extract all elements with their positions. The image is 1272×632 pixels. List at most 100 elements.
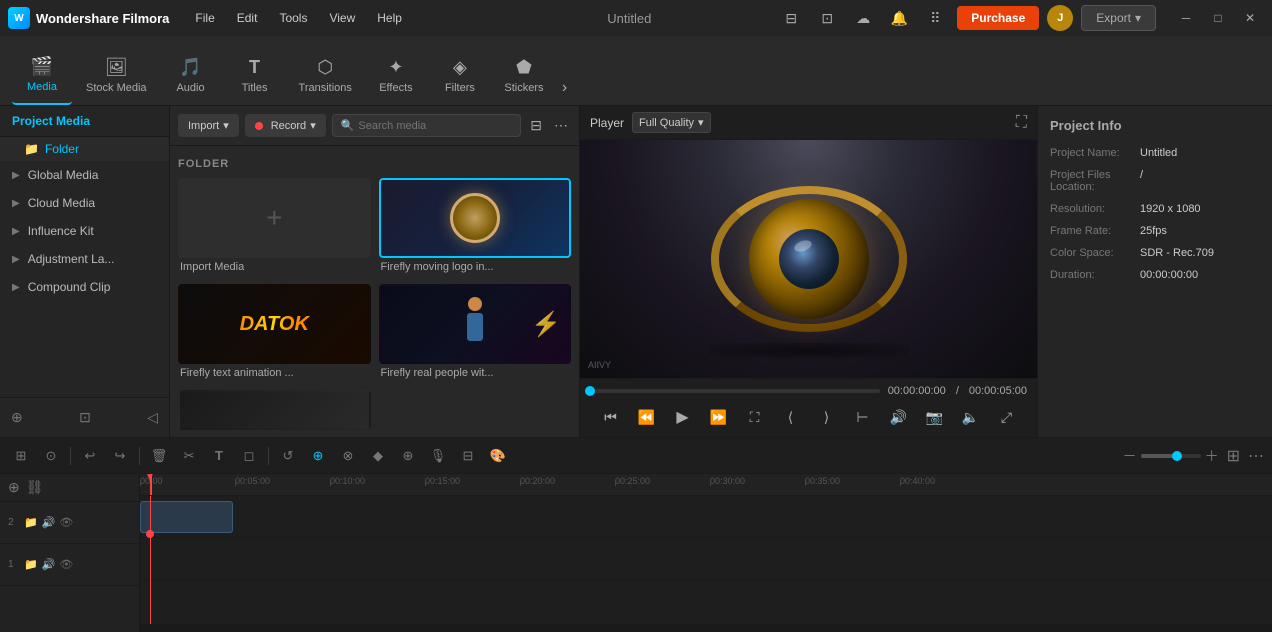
quality-select[interactable]: Full Quality ▾ xyxy=(632,112,711,133)
export-button[interactable]: Export ▾ xyxy=(1081,5,1156,31)
add-folder-icon[interactable]: ⊕ xyxy=(8,406,26,429)
track-clip-2[interactable] xyxy=(140,501,233,533)
audio-tl-icon[interactable]: 🎙 xyxy=(425,443,451,469)
zoom-in-icon[interactable]: ＋ xyxy=(1205,446,1219,466)
tool-transitions[interactable]: ⬡ Transitions xyxy=(289,45,362,105)
fit-icon[interactable]: ⤢ xyxy=(993,403,1021,431)
speed-icon[interactable]: ⊕ xyxy=(395,443,421,469)
track-2-folder-icon[interactable]: 📁 xyxy=(24,516,38,529)
media-card-firefly-people[interactable]: ⚡ Firefly real people wit... xyxy=(379,284,572,382)
menu-help[interactable]: Help xyxy=(367,7,412,29)
frame-forward-icon[interactable]: ⏩ xyxy=(705,403,733,431)
cloud-sync-icon[interactable]: ☁ xyxy=(849,4,877,32)
subtitle-icon[interactable]: ⊟ xyxy=(455,443,481,469)
player-tab[interactable]: Player xyxy=(590,116,624,130)
nav-adjustment-layer[interactable]: ▶ Adjustment La... xyxy=(0,245,169,273)
audio-icon[interactable]: 🔊 xyxy=(885,403,913,431)
media-card-import[interactable]: + Import Media xyxy=(178,178,371,276)
search-box[interactable]: 🔍 xyxy=(332,114,522,137)
player-controls: 00:00:00:00 / 00:00:05:00 ⏮ ⏪ ▶ ⏩ ⛶ ⟨ ⟩ … xyxy=(580,378,1037,437)
record-button[interactable]: Record ▾ xyxy=(245,114,326,137)
media-card-firefly-text[interactable]: DATOK Firefly text animation ... xyxy=(178,284,371,382)
tool-media[interactable]: 🎬 Media xyxy=(12,45,72,105)
redo-icon[interactable]: ↪ xyxy=(107,443,133,469)
frame-back-icon[interactable]: ⏪ xyxy=(633,403,661,431)
user-avatar[interactable]: J xyxy=(1047,5,1073,31)
ai-icon[interactable]: ⊗ xyxy=(335,443,361,469)
lens-object xyxy=(719,194,899,324)
import-button[interactable]: Import ▾ xyxy=(178,114,239,137)
zoom-track[interactable] xyxy=(1141,454,1201,458)
window-title: Untitled xyxy=(481,11,777,26)
tool-titles[interactable]: T Titles xyxy=(225,45,285,105)
ruler-mark-4: 00:20:00 xyxy=(520,474,555,486)
add-clip-icon[interactable]: ⊕ xyxy=(8,479,20,496)
skip-back-icon[interactable]: ⏮ xyxy=(597,403,625,431)
more-options-icon[interactable]: ⋯ xyxy=(551,114,571,137)
fullscreen-icon[interactable]: ⛶ xyxy=(1016,114,1027,132)
cut-icon[interactable]: ✂ xyxy=(176,443,202,469)
track-1-folder-icon[interactable]: 📁 xyxy=(24,558,38,571)
tool-filters[interactable]: ◈ Filters xyxy=(430,45,490,105)
track-1-eye-icon[interactable]: 👁 xyxy=(59,558,73,571)
ruler-mark-5: 00:25:00 xyxy=(615,474,650,486)
nav-influence-kit[interactable]: ▶ Influence Kit xyxy=(0,217,169,245)
timeline-scrollbar[interactable] xyxy=(140,624,1272,632)
color-icon[interactable]: ⊕ xyxy=(305,443,331,469)
grid-view-icon[interactable]: ⊞ xyxy=(1227,446,1240,466)
toolbar-more-chevron[interactable]: › xyxy=(558,79,571,97)
win-close-button[interactable]: ✕ xyxy=(1236,4,1264,32)
menu-tools[interactable]: Tools xyxy=(269,7,317,29)
win-maximize-button[interactable]: □ xyxy=(1204,4,1232,32)
media-card-firefly-logo[interactable]: Firefly moving logo in... xyxy=(379,178,572,276)
media-card-partial[interactable] xyxy=(178,390,371,430)
color-match-icon[interactable]: 🎨 xyxy=(485,443,511,469)
crop-tl-icon[interactable]: ◻ xyxy=(236,443,262,469)
crop-icon[interactable]: ⛶ xyxy=(741,403,769,431)
win-minimize-button[interactable]: ─ xyxy=(1172,4,1200,32)
nav-cloud-media[interactable]: ▶ Cloud Media xyxy=(0,189,169,217)
tool-audio[interactable]: 🎵 Audio xyxy=(161,45,221,105)
nav-folder[interactable]: 📁 Folder xyxy=(0,137,169,161)
nav-compound-clip[interactable]: ▶ Compound Clip xyxy=(0,273,169,301)
split-icon[interactable]: ⊢ xyxy=(849,403,877,431)
text-icon[interactable]: T xyxy=(206,443,232,469)
play-button[interactable]: ▶ xyxy=(669,403,697,431)
nav-global-media[interactable]: ▶ Global Media xyxy=(0,161,169,189)
minimize-window-icon[interactable]: ⊟ xyxy=(777,4,805,32)
mark-out-icon[interactable]: ⟩ xyxy=(813,403,841,431)
more-tl-icon[interactable]: ⋯ xyxy=(1248,446,1264,466)
player-panel: Player Full Quality ▾ ⛶ AIIVY xyxy=(580,106,1037,437)
folder-view-icon[interactable]: ⊡ xyxy=(76,406,94,429)
link-clip-icon[interactable]: ⛓ xyxy=(26,479,44,496)
tool-stock-media[interactable]: 🖼 Stock Media xyxy=(76,45,157,105)
playhead[interactable] xyxy=(150,474,152,495)
select-tool-icon[interactable]: ⊙ xyxy=(38,443,64,469)
mark-in-icon[interactable]: ⟨ xyxy=(777,403,805,431)
zoom-out-icon[interactable]: － xyxy=(1123,446,1137,466)
track-2-audio-icon[interactable]: 🔊 xyxy=(42,516,56,529)
purchase-button[interactable]: Purchase xyxy=(957,6,1039,30)
tool-effects[interactable]: ✦ Effects xyxy=(366,45,426,105)
collapse-panel-icon[interactable]: ◁ xyxy=(144,406,161,429)
grid-icon[interactable]: ⠿ xyxy=(921,4,949,32)
tool-stickers[interactable]: ⬟ Stickers xyxy=(494,45,554,105)
timeline-ruler[interactable]: 00:00 00:05:00 00:10:00 00:15:00 00:20:0… xyxy=(140,474,1272,496)
progress-track[interactable] xyxy=(590,389,880,393)
bell-icon[interactable]: 🔔 xyxy=(885,4,913,32)
search-input[interactable] xyxy=(358,120,512,132)
menu-view[interactable]: View xyxy=(319,7,365,29)
undo-icon[interactable]: ↩ xyxy=(77,443,103,469)
add-track-icon[interactable]: ⊞ xyxy=(8,443,34,469)
delete-icon[interactable]: 🗑 xyxy=(146,443,172,469)
rotate-icon[interactable]: ↺ xyxy=(275,443,301,469)
stabilize-icon[interactable]: ◆ xyxy=(365,443,391,469)
camera-icon[interactable]: 📷 xyxy=(921,403,949,431)
restore-window-icon[interactable]: ⊡ xyxy=(813,4,841,32)
track-2-eye-icon[interactable]: 👁 xyxy=(59,516,73,529)
track-1-audio-icon[interactable]: 🔊 xyxy=(42,558,56,571)
menu-edit[interactable]: Edit xyxy=(227,7,268,29)
filter-icon[interactable]: ⊟ xyxy=(527,114,545,137)
menu-file[interactable]: File xyxy=(185,7,224,29)
volume-icon[interactable]: 🔈 xyxy=(957,403,985,431)
